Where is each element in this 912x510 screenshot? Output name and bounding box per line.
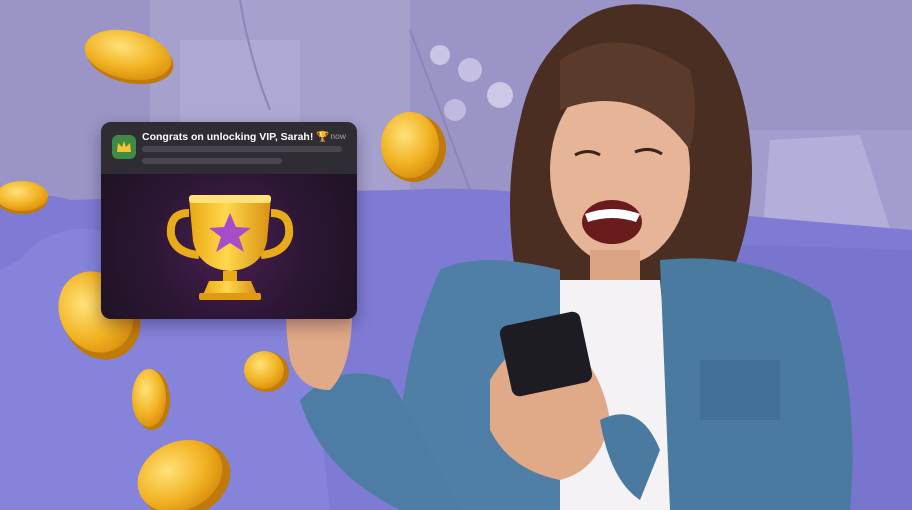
- coin-icon: [137, 440, 231, 510]
- coin-icon: [84, 29, 174, 85]
- promo-scene: Congrats on unlocking VIP, Sarah! 🏆 now: [0, 0, 912, 510]
- vip-notification-card[interactable]: Congrats on unlocking VIP, Sarah! 🏆 now: [101, 122, 357, 319]
- coin-icon: [381, 112, 446, 182]
- notification-image: [101, 174, 357, 319]
- coin-icon: [132, 369, 170, 430]
- coin-icon: [0, 181, 48, 214]
- placeholder-line: [142, 146, 342, 152]
- notification-time: now: [330, 131, 346, 141]
- coin-icon: [244, 351, 289, 392]
- crown-app-icon: [112, 135, 136, 159]
- placeholder-line: [142, 158, 282, 164]
- notification-title: Congrats on unlocking VIP, Sarah! 🏆: [142, 131, 330, 143]
- trophy-star-icon: [166, 195, 294, 300]
- notification-header: Congrats on unlocking VIP, Sarah! 🏆 now: [101, 122, 357, 174]
